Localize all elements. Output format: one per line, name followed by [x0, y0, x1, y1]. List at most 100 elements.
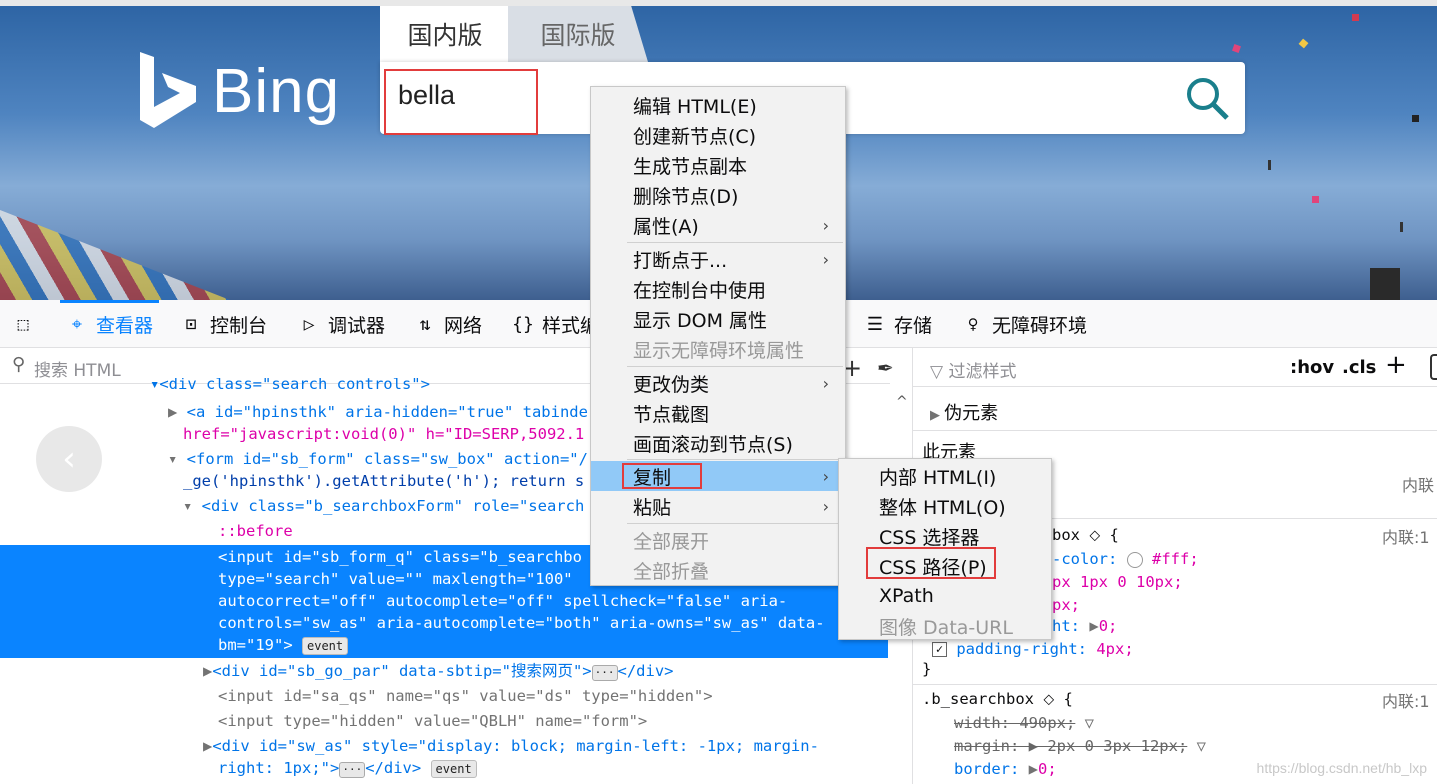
storage-icon: ☰ — [866, 313, 884, 335]
context-menu: 编辑 HTML(E) 创建新节点(C) 生成节点副本 删除节点(D) 属性(A)… — [590, 86, 846, 586]
divider — [912, 386, 1437, 387]
menu-separator — [627, 523, 843, 524]
code-line[interactable]: <input type="hidden" value="QBLH" name="… — [218, 710, 647, 732]
menu-item-duplicate-node[interactable]: 生成节点副本 — [591, 150, 845, 180]
eyedropper-icon[interactable]: ✒ — [877, 356, 894, 380]
tab-label: 存储 — [894, 314, 933, 337]
rule-close-brace: } — [922, 660, 932, 678]
back-arrow-icon[interactable]: ‹ — [36, 426, 102, 492]
tab-debugger[interactable]: ▷ 调试器 — [298, 300, 385, 348]
tab-accessibility[interactable]: ♀ 无障碍环境 — [962, 300, 1087, 348]
code-line-selected[interactable]: bm="19"> event — [218, 634, 349, 656]
code-line[interactable]: _ge('hpinsthk').getAttribute('h'); retur… — [183, 470, 584, 492]
tab-network[interactable]: ⇅ 网络 — [414, 300, 482, 348]
watermark: https://blog.csdn.net/hb_lxp — [1256, 760, 1427, 776]
highlight-box-css-path — [866, 547, 996, 579]
tab-label: 网络 — [444, 314, 483, 337]
code-line-selected[interactable]: controls="sw_as" aria-autocomplete="both… — [218, 612, 825, 634]
tab-inspector[interactable]: ⌖ 查看器 — [59, 300, 160, 348]
tab-style-editor[interactable]: {} 样式编 — [512, 300, 599, 348]
rule-declaration[interactable]: ✓ padding-right: 4px; — [932, 640, 1134, 658]
menu-item-create-node[interactable]: 创建新节点(C) — [591, 120, 845, 150]
tab-label: 调试器 — [328, 314, 386, 337]
color-swatch — [1126, 551, 1143, 568]
menu-item-edit-html[interactable]: 编辑 HTML(E) — [591, 90, 845, 120]
menu-item-paste[interactable]: 粘贴 › — [591, 491, 845, 521]
rule-selector[interactable]: box ⬦ { — [1052, 526, 1119, 545]
code-line-selected[interactable]: <input id="sb_form_q" class="b_searchbo — [218, 546, 582, 568]
bing-wordmark: Bing — [212, 56, 341, 126]
confetti — [1312, 196, 1319, 203]
confetti — [1400, 222, 1403, 232]
hov-button[interactable]: :hov — [1290, 357, 1334, 378]
menu-item-change-pseudo[interactable]: 更改伪类 › — [591, 368, 845, 398]
rule-declaration[interactable]: margin: ▶ 2px 0 3px 12px; ▽ — [954, 737, 1206, 755]
menu-item-delete-node[interactable]: 删除节点(D) — [591, 180, 845, 210]
inline-source[interactable]: 内联 — [1402, 472, 1434, 496]
event-badge[interactable]: event — [430, 760, 477, 778]
code-line[interactable]: right: 1px;"> ··· </div> event — [218, 757, 477, 779]
more-icon[interactable]: ··· — [339, 762, 366, 778]
panel-toggle-icon[interactable] — [1430, 354, 1437, 380]
menu-item-attributes[interactable]: 属性(A) › — [591, 210, 845, 240]
menu-item-use-in-console[interactable]: 在控制台中使用 — [591, 274, 845, 304]
scope-tab-domestic[interactable]: 国内版 — [380, 6, 510, 62]
rule-selector[interactable]: .b_searchbox ⬦ { — [922, 690, 1073, 709]
prayer-flags — [0, 210, 230, 300]
add-rule-icon[interactable]: + — [1385, 350, 1407, 380]
submenu-item-image-data-url: 图像 Data-URL — [879, 616, 1013, 639]
code-line[interactable]: ▾ <form id="sb_form" class="sw_box" acti… — [168, 448, 588, 470]
submenu-item-xpath[interactable]: XPath — [839, 581, 1051, 611]
tab-storage[interactable]: ☰ 存储 — [864, 300, 932, 348]
submenu-item-outer-html[interactable]: 整体 HTML(O) — [839, 491, 1051, 521]
code-line[interactable]: ▶ <a id="hpinsthk" aria-hidden="true" ta… — [168, 401, 588, 423]
tower-silhouette — [1370, 268, 1400, 300]
chevron-right-icon: › — [822, 373, 829, 393]
more-icon[interactable]: ··· — [591, 665, 618, 681]
filter-icon: ▽ — [930, 362, 949, 382]
event-badge[interactable]: event — [302, 637, 349, 655]
submenu-item-inner-html[interactable]: 内部 HTML(I) — [839, 461, 1051, 491]
tab-console[interactable]: ⊡ 控制台 — [180, 300, 267, 348]
divider — [912, 684, 1437, 685]
rule-source[interactable]: 内联:1 — [1382, 688, 1430, 712]
code-line[interactable]: ▶<div id="sb_go_par" data-sbtip="搜索网页"> ·… — [203, 660, 674, 682]
inspector-icon: ⌖ — [71, 313, 83, 335]
tab-pick-element[interactable]: ⬚ — [12, 300, 42, 348]
code-line[interactable]: ▾<div class="search_controls"> — [150, 378, 430, 390]
code-line[interactable]: <input id="sa_qs" name="qs" value="ds" t… — [218, 685, 713, 707]
menu-item-screenshot-node[interactable]: 节点截图 — [591, 398, 845, 428]
menu-item-show-dom-props[interactable]: 显示 DOM 属性 — [591, 304, 845, 334]
search-icon[interactable] — [1185, 76, 1231, 126]
menu-separator — [627, 242, 843, 243]
cls-button[interactable]: .cls — [1342, 357, 1376, 378]
filter-styles-input[interactable]: ▽ 过滤样式 — [930, 357, 1016, 382]
code-line[interactable]: ▾ <div class="b_searchboxForm" role="sea… — [183, 495, 584, 517]
confetti — [1268, 160, 1271, 170]
debugger-icon: ▷ — [303, 313, 315, 335]
menu-item-scroll-into-view[interactable]: 画面滚动到节点(S) — [591, 428, 845, 458]
pseudo-elements-toggle[interactable]: ▶ 伪元素 — [930, 399, 998, 425]
code-line-selected[interactable]: autocorrect="off" autocomplete="off" spe… — [218, 590, 787, 612]
rule-declaration[interactable]: width: 490px; ▽ — [954, 714, 1094, 732]
scroll-up-icon[interactable]: ^ — [896, 394, 908, 410]
rule-declaration[interactable]: ht: ▶0; — [1052, 617, 1117, 635]
code-line[interactable]: ▶<div id="sw_as" style="display: block; … — [203, 735, 819, 757]
scope-tab-international[interactable]: 国际版 — [508, 6, 648, 62]
code-line-selected[interactable]: type="search" value="" maxlength="100" — [218, 568, 573, 590]
menu-separator — [627, 459, 843, 460]
bing-logo[interactable]: Bing — [138, 52, 340, 130]
code-line[interactable]: href="javascript:void(0)" h="ID=SERP,509… — [183, 423, 584, 445]
code-line[interactable]: ::before — [218, 520, 293, 542]
chevron-right-icon: › — [822, 496, 829, 516]
tab-label: 控制台 — [210, 314, 268, 337]
rule-declaration[interactable]: -color: #fff; — [1052, 550, 1199, 568]
menu-item-break-on[interactable]: 打断点于... › — [591, 244, 845, 274]
menu-item-collapse-all: 全部折叠 — [633, 560, 710, 583]
rule-declaration[interactable]: border: ▶0; — [954, 760, 1057, 778]
rule-declaration[interactable]: px; — [1052, 596, 1080, 614]
rule-source[interactable]: 内联:1 — [1382, 524, 1430, 548]
style-editor-icon: {} — [512, 313, 534, 335]
rule-declaration[interactable]: px 1px 0 10px; — [1052, 573, 1183, 591]
chevron-right-icon: › — [822, 215, 829, 235]
